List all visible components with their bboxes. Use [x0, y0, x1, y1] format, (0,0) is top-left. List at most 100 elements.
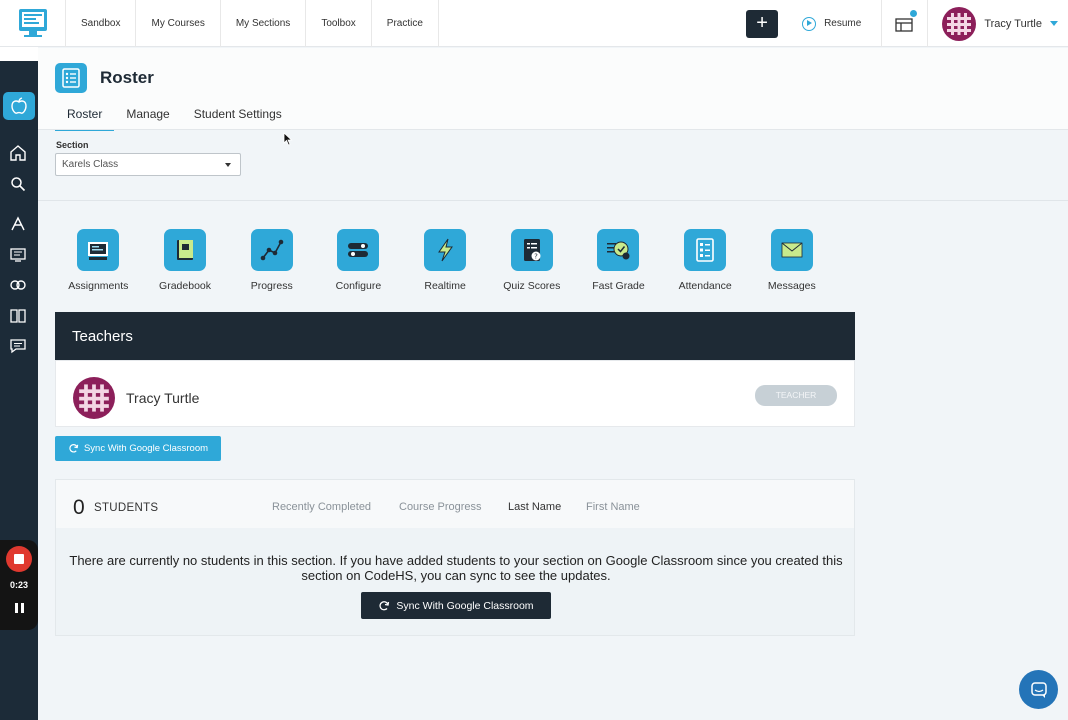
list-item: Tracy Turtle TEACHER	[55, 360, 855, 427]
nav-my-courses[interactable]: My Courses	[136, 0, 221, 47]
screen-recorder-widget: 0:23	[0, 540, 38, 630]
top-navbar: Sandbox My Courses My Sections Toolbox P…	[0, 0, 1068, 47]
tool-label: Quiz Scores	[503, 280, 561, 292]
nav-toolbox[interactable]: Toolbox	[306, 0, 372, 47]
resume-button[interactable]: Resume	[802, 0, 883, 47]
left-sidebar: 0:23	[0, 47, 38, 720]
tool-label: Configure	[335, 280, 382, 292]
section-selector-area: Section Karels Class	[38, 131, 1068, 201]
create-button[interactable]: +	[746, 9, 779, 38]
realtime-icon	[424, 229, 467, 271]
pause-button[interactable]	[15, 603, 24, 613]
sidebar-item-search[interactable]	[7, 174, 29, 194]
sidebar-item-book[interactable]	[7, 306, 29, 326]
sort-first-name[interactable]: First Name	[586, 501, 640, 513]
search-icon	[11, 177, 26, 192]
page-header: Roster Roster Manage Student Settings	[38, 48, 1068, 132]
page-tabs: Roster Manage Student Settings	[55, 103, 294, 132]
notification-dot	[910, 10, 918, 17]
empty-students-message: There are currently no students in this …	[69, 553, 843, 583]
book-icon	[10, 309, 26, 323]
computer-logo-icon	[18, 9, 47, 37]
tool-label: Fast Grade	[592, 280, 645, 292]
avatar	[942, 6, 977, 41]
svg-text:?: ?	[534, 253, 538, 261]
resume-label: Resume	[824, 18, 862, 29]
tool-configure[interactable]: Configure	[315, 229, 402, 292]
tab-roster[interactable]: Roster	[55, 103, 115, 132]
tool-attendance[interactable]: Attendance	[662, 229, 749, 292]
teacher-tools-row: Assignments Gradebook Progress Configure…	[55, 229, 855, 292]
progress-icon	[250, 229, 293, 271]
stop-icon	[14, 554, 24, 564]
sidebar-item-stethoscope[interactable]	[7, 275, 29, 295]
nav-right-group: + Resume Tracy Turtle	[746, 0, 1068, 47]
play-circle-icon	[802, 16, 817, 31]
tab-manage[interactable]: Manage	[114, 103, 181, 132]
role-badge: TEACHER	[755, 385, 837, 406]
tool-progress[interactable]: Progress	[228, 229, 315, 292]
sidebar-top-strip	[0, 47, 38, 61]
section-select[interactable]: Karels Class	[55, 153, 241, 176]
chat-icon	[1030, 681, 1047, 698]
attendance-icon	[684, 229, 727, 271]
nav-sandbox[interactable]: Sandbox	[66, 0, 137, 47]
stethoscope-icon	[10, 280, 26, 290]
tool-fast-grade[interactable]: Fast Grade	[575, 229, 662, 292]
students-count: 0	[73, 496, 85, 519]
page-title: Roster	[100, 68, 154, 87]
sidebar-item-home[interactable]	[7, 143, 29, 163]
teacher-name: Tracy Turtle	[126, 390, 200, 406]
sort-course-progress[interactable]: Course Progress	[399, 501, 482, 513]
notifications-button[interactable]	[882, 0, 929, 47]
students-label: STUDENTS	[94, 502, 159, 514]
lesson-icon	[11, 216, 25, 231]
sidebar-item-chat[interactable]	[7, 336, 29, 356]
sort-last-name[interactable]: Last Name	[508, 501, 561, 513]
nav-practice[interactable]: Practice	[372, 0, 439, 47]
mouse-cursor-icon	[283, 132, 293, 146]
section-label: Section	[56, 140, 89, 150]
tab-student-settings[interactable]: Student Settings	[182, 103, 294, 132]
tool-label: Messages	[767, 280, 816, 292]
user-name: Tracy Turtle	[984, 17, 1042, 30]
sync-google-classroom-button[interactable]: Sync With Google Classroom	[361, 592, 551, 619]
user-menu[interactable]: Tracy Turtle	[928, 0, 1068, 47]
sidebar-item-apple[interactable]	[3, 92, 35, 120]
recording-time: 0:23	[9, 580, 28, 590]
sidebar-item-course[interactable]	[7, 245, 29, 265]
students-panel: 0 STUDENTS Recently Completed Course Pro…	[55, 479, 855, 636]
notifications-icon	[895, 17, 913, 32]
pause-icon	[15, 603, 18, 613]
home-icon	[10, 145, 26, 161]
sync-icon	[69, 444, 79, 453]
stop-recording-button[interactable]	[6, 546, 32, 572]
tool-messages[interactable]: Messages	[749, 229, 836, 292]
tool-assignments[interactable]: Assignments	[55, 229, 142, 292]
course-icon	[10, 248, 26, 262]
support-chat-button[interactable]	[1019, 670, 1058, 709]
codehs-logo[interactable]	[0, 0, 66, 47]
tool-label: Progress	[250, 280, 293, 292]
sync-google-classroom-button[interactable]: Sync With Google Classroom	[55, 436, 221, 461]
nav-my-sections[interactable]: My Sections	[221, 0, 307, 47]
students-header: 0 STUDENTS Recently Completed Course Pro…	[56, 480, 854, 528]
tool-realtime[interactable]: Realtime	[402, 229, 489, 292]
apple-icon	[11, 97, 27, 114]
tool-label: Attendance	[678, 280, 732, 292]
sidebar-item-lesson[interactable]	[7, 214, 29, 234]
configure-icon	[337, 229, 380, 271]
fast-grade-icon	[597, 229, 640, 271]
sync-button-label: Sync With Google Classroom	[83, 443, 209, 454]
chevron-down-icon	[225, 163, 231, 167]
tool-label: Gradebook	[159, 280, 211, 292]
sync-icon	[379, 600, 390, 610]
messages-icon	[770, 229, 813, 271]
tool-gradebook[interactable]: Gradebook	[142, 229, 229, 292]
avatar	[73, 377, 115, 419]
tool-quiz-scores[interactable]: ? Quiz Scores	[488, 229, 575, 292]
sync-button-label: Sync With Google Classroom	[396, 599, 534, 612]
plus-icon: +	[756, 12, 768, 34]
assignments-icon	[77, 229, 120, 271]
sort-recently-completed[interactable]: Recently Completed	[272, 501, 371, 513]
